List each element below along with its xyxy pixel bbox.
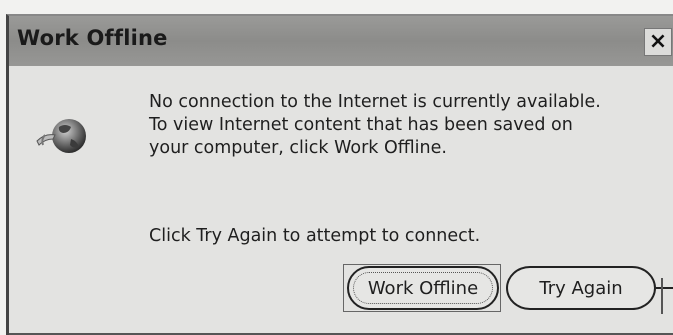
work-offline-dialog: Work Offline × No connection to the Inte… xyxy=(6,14,673,335)
try-again-button[interactable]: Try Again xyxy=(506,266,656,310)
annotation-pointer-line xyxy=(656,287,673,289)
frame-divider xyxy=(661,278,663,314)
dialog-title: Work Offline xyxy=(17,26,168,50)
message-line: No connection to the Internet is current… xyxy=(149,92,601,112)
message-line: your computer, click Work Offline. xyxy=(149,138,447,158)
work-offline-button[interactable]: Work Offline xyxy=(347,266,499,310)
close-icon: × xyxy=(648,29,668,54)
message-line: To view Internet content that has been s… xyxy=(149,115,573,135)
retry-instruction: Click Try Again to attempt to connect. xyxy=(149,226,481,246)
title-bar[interactable]: Work Offline × xyxy=(9,16,673,66)
globe-disconnected-icon xyxy=(33,115,91,159)
message-text: No connection to the Internet is current… xyxy=(149,91,669,160)
close-button[interactable]: × xyxy=(644,28,672,56)
